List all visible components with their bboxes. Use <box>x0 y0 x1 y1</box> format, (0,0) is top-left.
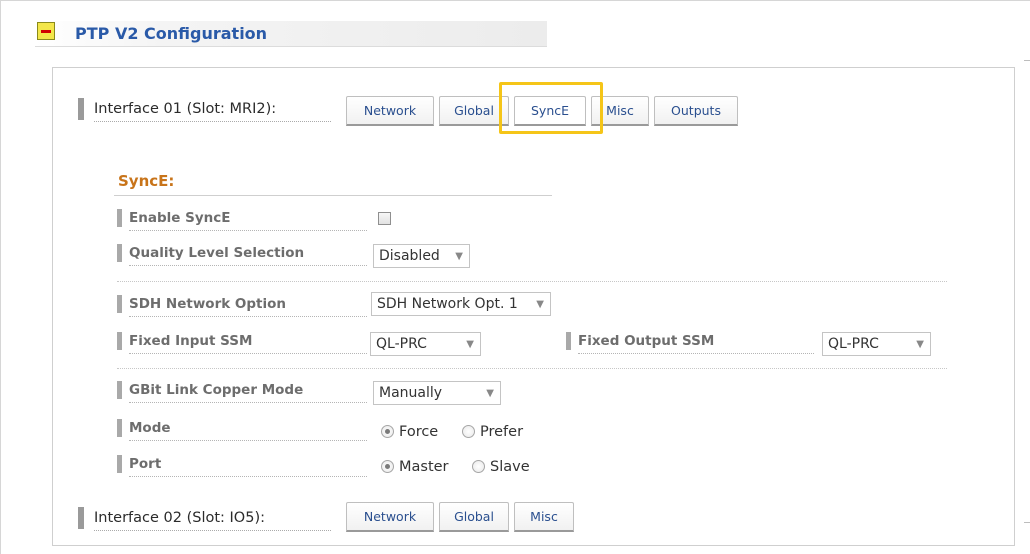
chevron-down-icon: ▼ <box>466 339 474 350</box>
mode-prefer-label: Prefer <box>480 424 524 440</box>
section-title: PTP V2 Configuration <box>75 24 268 43</box>
interface-01-label: Interface 01 (Slot: MRI2): <box>78 98 331 122</box>
scroll-marker <box>1024 60 1030 61</box>
gbit-link-copper-mode-select[interactable]: Manually ▼ <box>373 381 501 405</box>
tab-misc[interactable]: Misc <box>591 96 649 126</box>
scroll-marker <box>1024 522 1030 523</box>
mode-force-radio[interactable] <box>381 425 394 438</box>
mode-prefer-radio[interactable] <box>462 425 475 438</box>
gbit-link-copper-mode-label: GBit Link Copper Mode <box>117 380 367 403</box>
sdh-network-option-label: SDH Network Option <box>117 294 367 317</box>
fixed-input-ssm-label: Fixed Input SSM <box>117 331 367 354</box>
chevron-down-icon: ▼ <box>486 388 494 399</box>
port-master-label: Master <box>399 459 449 475</box>
port-label: Port <box>117 454 367 477</box>
tab-outputs[interactable]: Outputs <box>654 96 738 126</box>
chevron-down-icon: ▼ <box>536 299 544 310</box>
chevron-down-icon: ▼ <box>916 339 924 350</box>
chevron-down-icon: ▼ <box>455 251 463 262</box>
separator <box>117 368 947 369</box>
mode-label: Mode <box>117 418 367 441</box>
fixed-input-ssm-value: QL-PRC <box>376 336 427 352</box>
gbit-link-copper-mode-value: Manually <box>379 385 443 401</box>
quality-level-value: Disabled <box>379 248 440 264</box>
fixed-input-ssm-select[interactable]: QL-PRC ▼ <box>370 332 481 356</box>
port-slave-radio[interactable] <box>472 460 485 473</box>
tab-network-2[interactable]: Network <box>346 502 434 532</box>
mode-force-label: Force <box>399 424 439 440</box>
tab-misc-2[interactable]: Misc <box>514 502 574 532</box>
tab-network[interactable]: Network <box>346 96 434 126</box>
quality-level-select[interactable]: Disabled ▼ <box>373 244 470 268</box>
synce-heading: SyncE: <box>118 172 175 190</box>
port-master-radio[interactable] <box>381 460 394 473</box>
tab-global-2[interactable]: Global <box>439 502 509 532</box>
sdh-network-option-select[interactable]: SDH Network Opt. 1 ▼ <box>371 292 551 316</box>
tab-synce[interactable]: SyncE <box>514 96 586 126</box>
separator <box>117 281 947 282</box>
enable-synce-label: Enable SyncE <box>117 208 367 231</box>
fixed-output-ssm-value: QL-PRC <box>828 336 879 352</box>
quality-level-label: Quality Level Selection <box>117 243 367 266</box>
fixed-output-ssm-label: Fixed Output SSM <box>566 331 814 354</box>
enable-synce-checkbox[interactable] <box>378 212 391 225</box>
port-slave-label: Slave <box>490 459 530 475</box>
collapse-minus-icon[interactable] <box>37 22 55 40</box>
fixed-output-ssm-select[interactable]: QL-PRC ▼ <box>822 332 931 356</box>
sdh-network-option-value: SDH Network Opt. 1 <box>377 296 518 312</box>
synce-heading-divider <box>114 195 552 196</box>
interface-02-label: Interface 02 (Slot: IO5): <box>78 507 331 531</box>
tab-global[interactable]: Global <box>439 96 509 126</box>
